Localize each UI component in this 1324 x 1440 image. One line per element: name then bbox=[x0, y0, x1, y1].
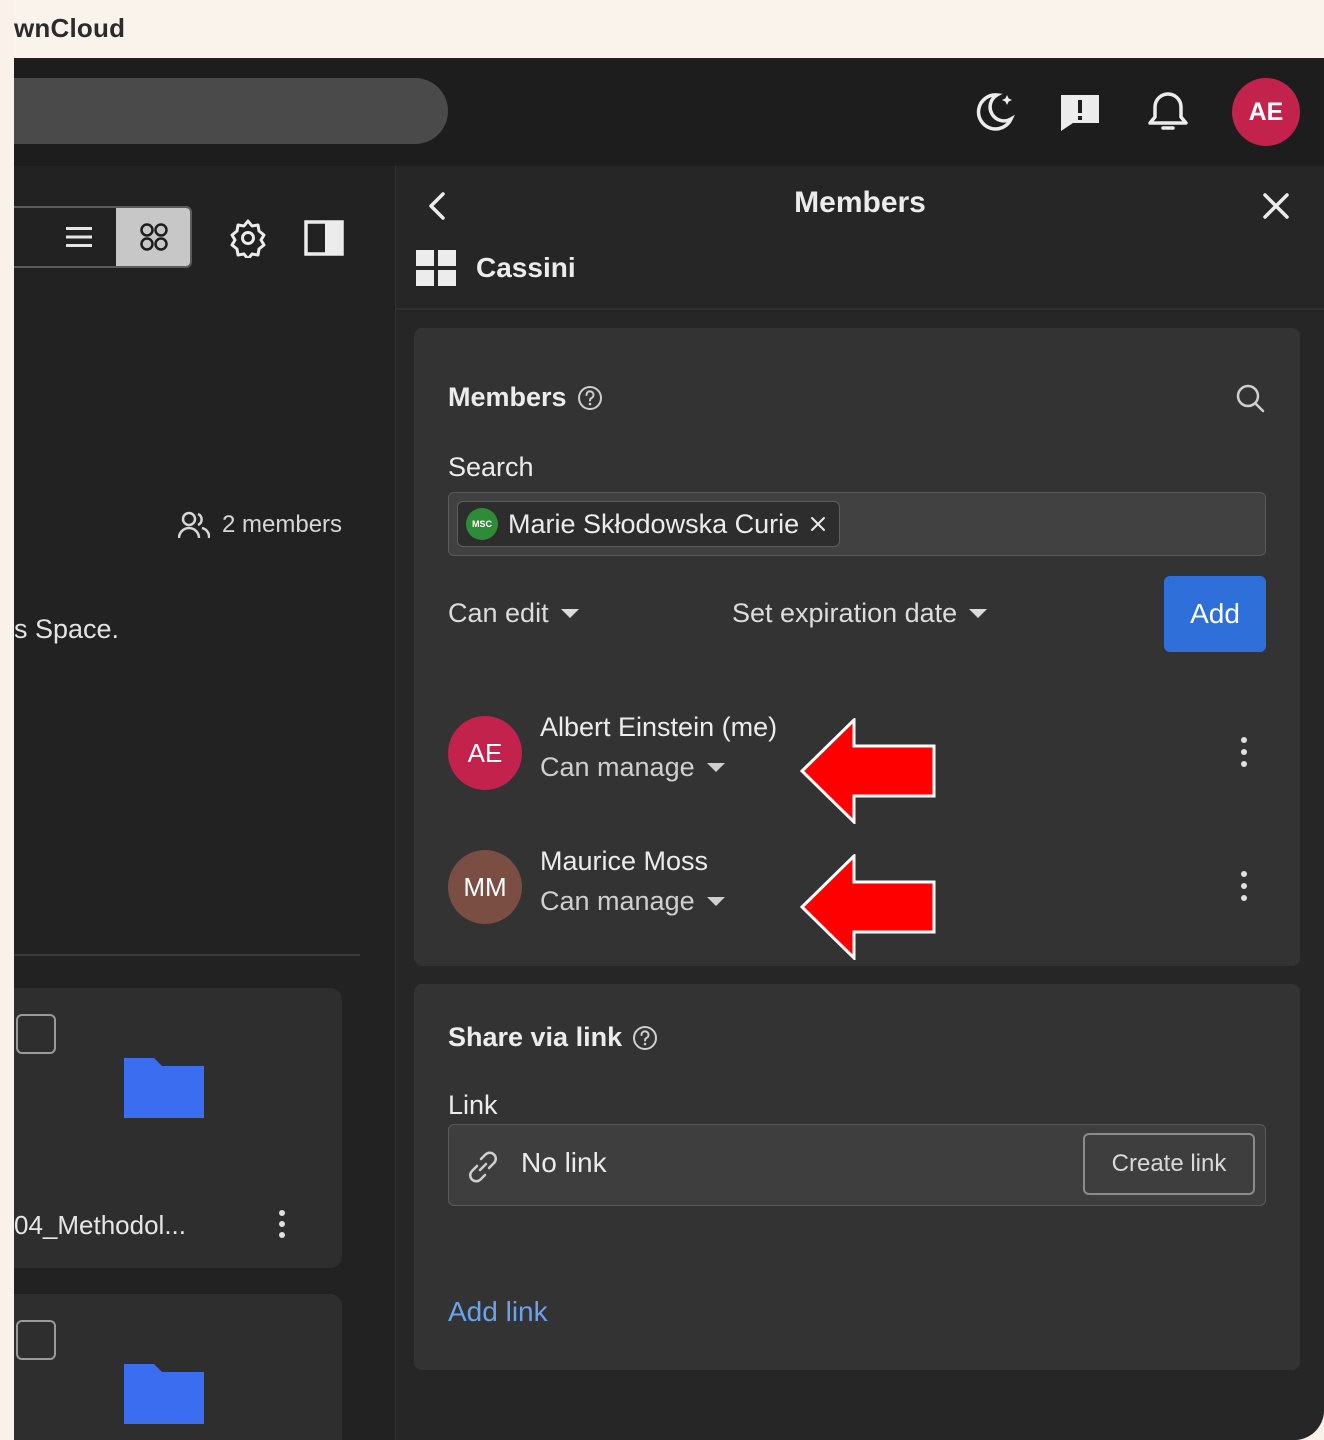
caret-down-icon bbox=[969, 609, 988, 618]
search-label: Search bbox=[448, 452, 534, 482]
link-field: No link Create link bbox=[448, 1124, 1266, 1206]
annotation-arrow-icon bbox=[800, 854, 936, 960]
member-role-label: Can manage bbox=[540, 752, 695, 782]
list-view-button[interactable] bbox=[14, 208, 116, 266]
member-avatar: AE bbox=[448, 716, 522, 790]
close-icon bbox=[1263, 193, 1289, 219]
link-icon bbox=[469, 1151, 497, 1183]
view-mode-toggle bbox=[14, 206, 192, 268]
feedback-icon[interactable] bbox=[1056, 88, 1104, 136]
sidebar-toggle-icon[interactable] bbox=[302, 216, 346, 260]
add-link-button[interactable]: Add link bbox=[448, 1296, 548, 1328]
caret-down-icon bbox=[706, 763, 725, 772]
select-checkbox[interactable] bbox=[16, 1014, 56, 1054]
folder-card[interactable]: 04_Methodol... bbox=[14, 988, 342, 1268]
remove-chip-icon[interactable] bbox=[809, 515, 827, 533]
divider bbox=[396, 308, 1324, 310]
add-member-button[interactable]: Add bbox=[1164, 576, 1266, 652]
theme-moon-icon[interactable] bbox=[970, 88, 1018, 136]
folder-name[interactable]: 04_Methodol... bbox=[14, 1210, 186, 1241]
select-checkbox[interactable] bbox=[16, 1320, 56, 1360]
member-role-dropdown[interactable]: Can manage bbox=[540, 752, 725, 783]
create-link-button[interactable]: Create link bbox=[1083, 1133, 1255, 1195]
help-icon[interactable] bbox=[632, 1025, 658, 1051]
grid-view-button[interactable] bbox=[116, 208, 190, 266]
permission-dropdown-label: Can edit bbox=[448, 598, 549, 628]
chip-name: Marie Skłodowska Curie bbox=[508, 508, 800, 539]
member-role-label: Can manage bbox=[540, 886, 695, 916]
divider bbox=[14, 954, 360, 956]
member-actions-kebab-icon[interactable] bbox=[1232, 730, 1256, 774]
sidebar-title: Members bbox=[794, 186, 926, 219]
global-search-bar[interactable] bbox=[14, 78, 448, 144]
member-name: Maurice Moss bbox=[540, 846, 709, 876]
help-icon[interactable] bbox=[577, 385, 603, 411]
user-avatar[interactable]: AE bbox=[1232, 78, 1300, 146]
member-search-input[interactable]: MSC Marie Skłodowska Curie bbox=[448, 492, 1266, 556]
chip-avatar: MSC bbox=[466, 508, 498, 540]
members-section-label: Members bbox=[448, 382, 567, 412]
expiration-dropdown-label: Set expiration date bbox=[732, 598, 958, 628]
folder-actions-kebab-icon[interactable] bbox=[270, 1204, 294, 1244]
bell-icon[interactable] bbox=[1144, 88, 1192, 136]
member-avatar: MM bbox=[448, 850, 522, 924]
window-title: wnCloud bbox=[14, 0, 1324, 58]
member-actions-kebab-icon[interactable] bbox=[1232, 864, 1256, 908]
selected-user-chip[interactable]: MSC Marie Skłodowska Curie bbox=[457, 501, 841, 547]
list-icon bbox=[66, 227, 92, 247]
caret-down-icon bbox=[560, 609, 579, 618]
search-icon[interactable] bbox=[1234, 382, 1266, 414]
group-icon bbox=[178, 511, 210, 539]
members-section-title: Members bbox=[448, 382, 603, 413]
settings-gear-icon[interactable] bbox=[226, 216, 270, 260]
caret-down-icon bbox=[706, 897, 725, 906]
annotation-arrow-icon bbox=[800, 718, 936, 824]
share-section-label: Share via link bbox=[448, 1022, 623, 1052]
app-window: AE 2 members s Space. 04_Methodol... Mem… bbox=[14, 58, 1324, 1440]
share-link-card: Share via link Link No link Create link … bbox=[414, 984, 1300, 1370]
space-name: Cassini bbox=[476, 252, 576, 283]
member-name: Albert Einstein (me) bbox=[540, 712, 778, 742]
folder-icon bbox=[124, 1058, 204, 1118]
share-section-title: Share via link bbox=[448, 1022, 658, 1053]
members-count[interactable]: 2 members bbox=[178, 510, 342, 540]
space-grid-icon bbox=[416, 250, 456, 286]
link-label: Link bbox=[448, 1090, 498, 1120]
files-panel: 2 members s Space. 04_Methodol... bbox=[14, 166, 396, 1440]
permission-dropdown[interactable]: Can edit bbox=[448, 598, 579, 629]
space-header: Cassini bbox=[416, 250, 576, 286]
grid-icon bbox=[140, 223, 168, 251]
members-count-label: 2 members bbox=[222, 511, 343, 538]
folder-card[interactable] bbox=[14, 1294, 342, 1440]
folder-icon bbox=[124, 1364, 204, 1424]
expiration-dropdown[interactable]: Set expiration date bbox=[732, 598, 988, 629]
close-button[interactable] bbox=[1256, 186, 1296, 226]
member-role-dropdown[interactable]: Can manage bbox=[540, 886, 725, 917]
no-link-text: No link bbox=[521, 1147, 607, 1178]
space-description: s Space. bbox=[14, 614, 120, 644]
